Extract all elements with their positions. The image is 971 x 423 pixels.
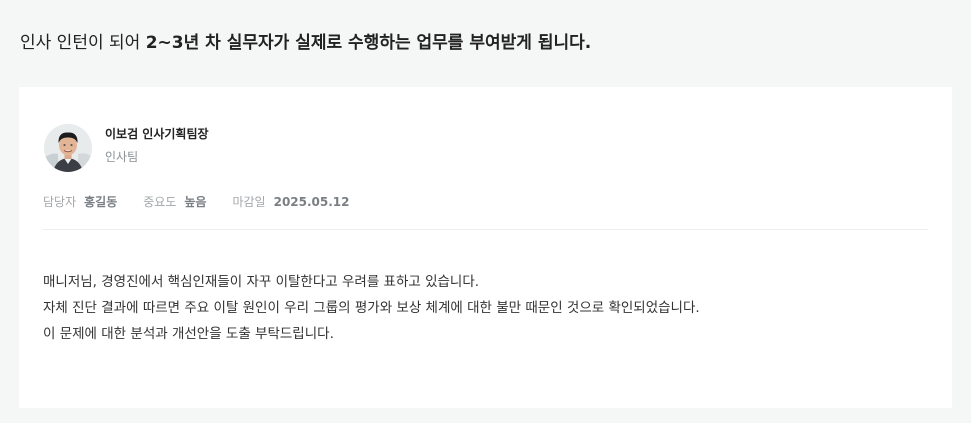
message-line: 매니저님, 경영진에서 핵심인재들이 자꾸 이탈한다고 우려를 표하고 있습니다… <box>43 274 480 290</box>
due-date-label: 마감일 <box>232 195 266 209</box>
message-body: 매니저님, 경영진에서 핵심인재들이 자꾸 이탈한다고 우려를 표하고 있습니다… <box>43 269 928 347</box>
due-date-value: 2025.05.12 <box>273 195 350 209</box>
assignee-label: 담당자 <box>43 195 77 209</box>
intro-lead: 인사 인턴이 되어 <box>20 33 146 53</box>
divider <box>43 229 928 230</box>
intro-emphasis: 2~3년 차 실무자가 실제로 수행하는 업무를 부여받게 됩니다. <box>145 33 592 53</box>
priority-label: 중요도 <box>143 195 177 209</box>
assignee-value: 홍길동 <box>84 195 118 209</box>
message-line: 자체 진단 결과에 따르면 주요 이탈 원인이 우리 그룹의 평가와 보상 체계… <box>43 300 700 316</box>
intro-text: 인사 인턴이 되어 2~3년 차 실무자가 실제로 수행하는 업무를 부여받게 … <box>20 31 591 55</box>
author-team: 인사팀 <box>105 150 139 164</box>
message-card: 이보검 인사기획팀장 인사팀 담당자 홍길동 중요도 높음 마감일 2025.0… <box>19 87 952 408</box>
author-avatar <box>44 124 92 172</box>
priority-value: 높음 <box>184 195 207 209</box>
author-name: 이보검 인사기획팀장 <box>105 127 209 141</box>
avatar-photo-icon <box>44 124 92 172</box>
message-line: 이 문제에 대한 분석과 개선안을 도출 부탁드립니다. <box>43 326 334 342</box>
task-meta: 담당자 홍길동 중요도 높음 마감일 2025.05.12 <box>43 193 376 211</box>
